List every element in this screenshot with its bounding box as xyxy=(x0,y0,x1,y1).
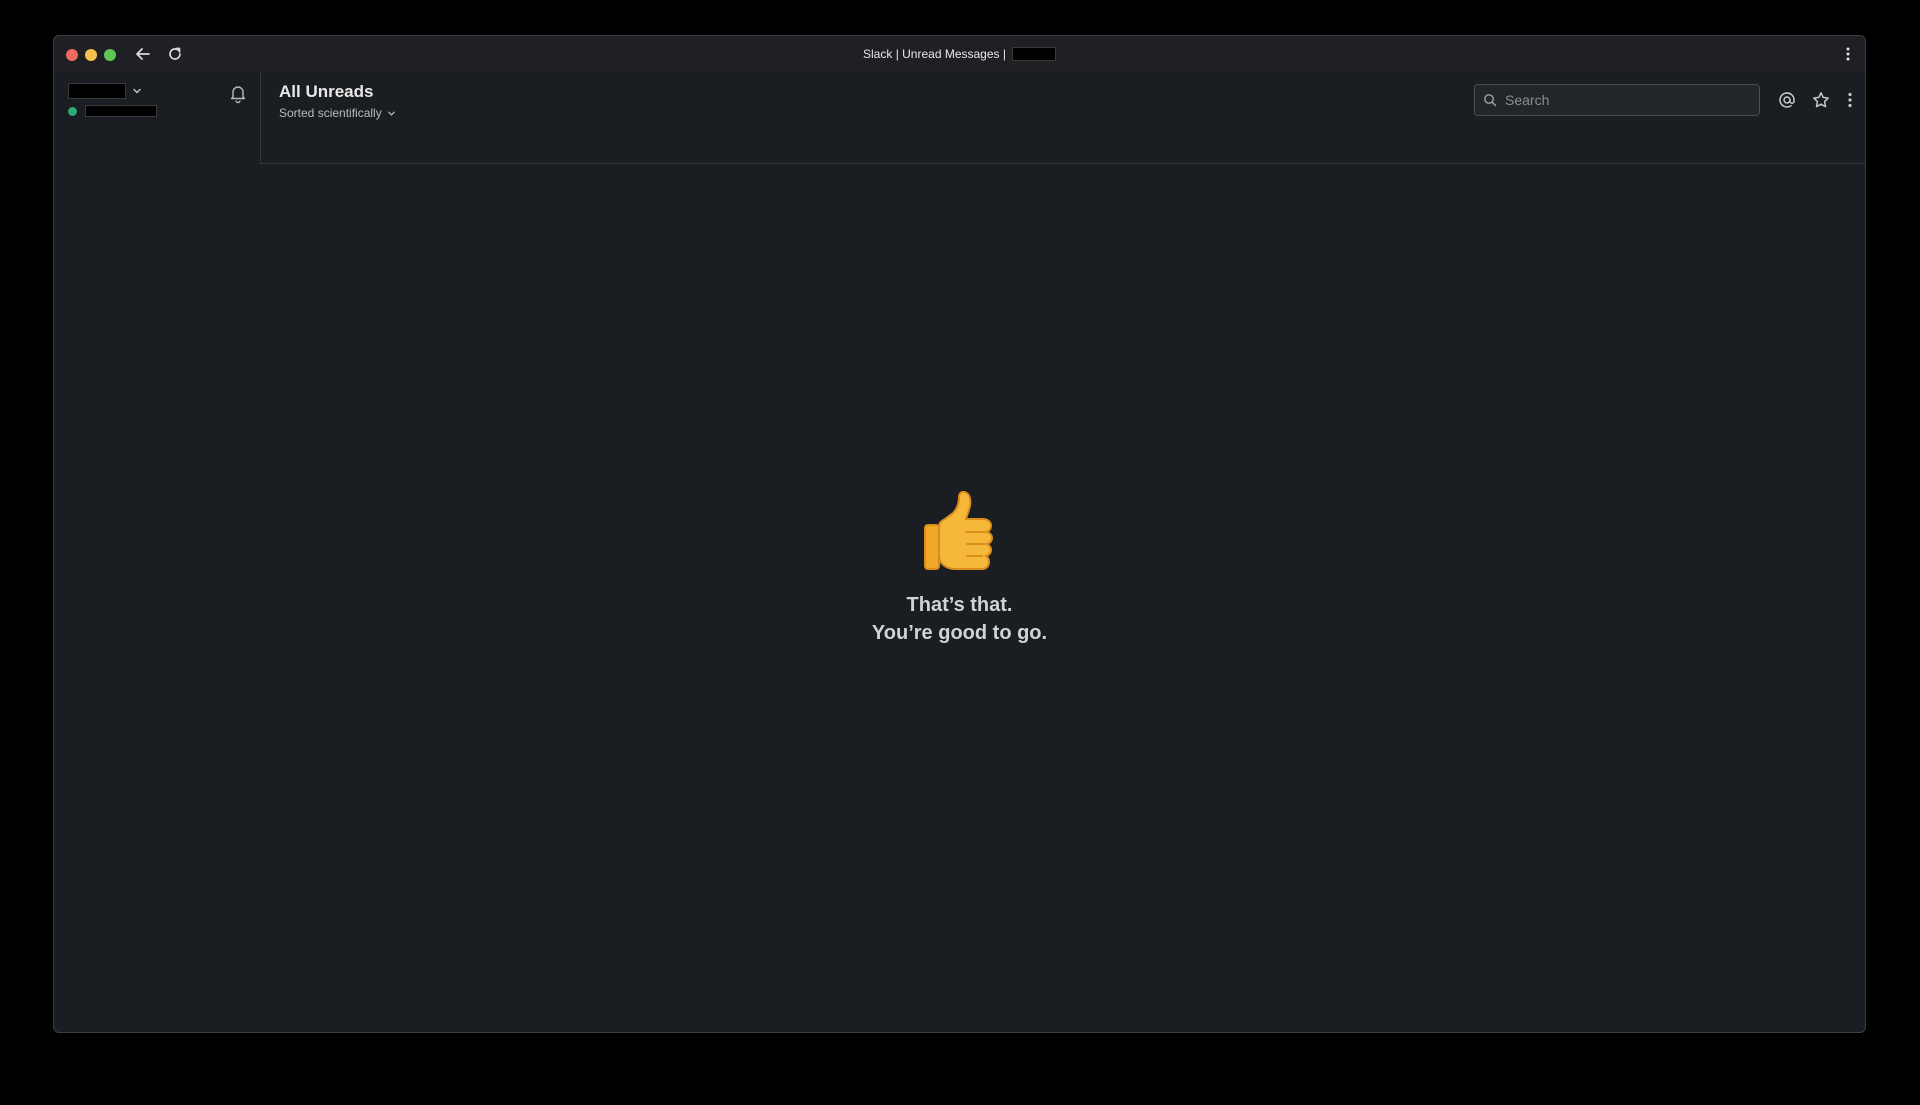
title-bar: Slack | Unread Messages | xyxy=(54,36,1865,72)
channel-header: All Unreads Sorted scientifically xyxy=(261,72,1865,164)
chevron-down-icon xyxy=(133,88,141,94)
mentions-button[interactable] xyxy=(1776,89,1798,111)
redacted-username xyxy=(85,105,157,117)
sort-dropdown[interactable]: Sorted scientifically xyxy=(279,106,396,120)
sort-label: Sorted scientifically xyxy=(279,106,382,120)
at-icon xyxy=(1779,92,1795,108)
redacted-workspace-name xyxy=(68,83,126,99)
app-window: Slack | Unread Messages | All Unreads So… xyxy=(53,35,1866,1033)
kebab-icon xyxy=(1848,92,1852,108)
empty-state: That’s that. You’re good to go. xyxy=(54,491,1865,647)
thumbs-up-icon xyxy=(923,491,993,570)
empty-state-line2: You’re good to go. xyxy=(871,622,1048,644)
sidebar-header xyxy=(54,72,261,164)
window-title: Slack | Unread Messages | xyxy=(54,36,1865,72)
bell-icon[interactable] xyxy=(227,82,249,104)
kebab-icon[interactable] xyxy=(1845,46,1851,62)
star-icon xyxy=(1813,92,1829,108)
presence-indicator xyxy=(68,106,77,116)
search-icon xyxy=(1484,94,1497,107)
workspace-switcher[interactable] xyxy=(68,83,142,99)
saved-items-button[interactable] xyxy=(1810,89,1832,111)
more-actions-button[interactable] xyxy=(1845,89,1855,111)
search-input[interactable] xyxy=(1503,91,1747,109)
page-title: All Unreads xyxy=(279,82,374,101)
chevron-down-icon xyxy=(387,111,395,116)
empty-state-line1: That’s that. xyxy=(906,594,1013,616)
window-title-text: Slack | Unread Messages | xyxy=(863,47,1006,61)
search-box[interactable] xyxy=(1474,84,1760,116)
redacted-workspace xyxy=(1011,47,1056,61)
user-status-row[interactable] xyxy=(68,105,157,117)
